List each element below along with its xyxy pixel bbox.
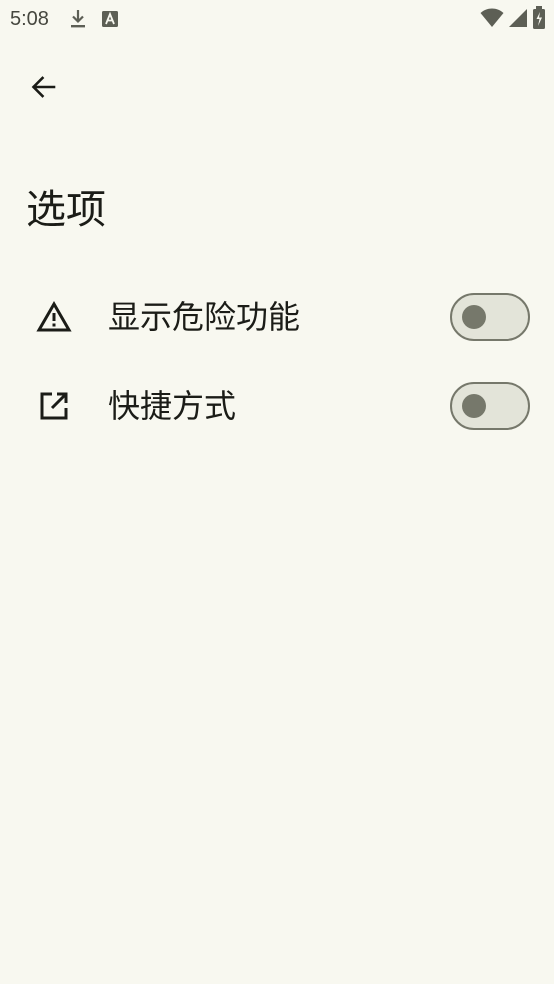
wifi-icon <box>480 7 504 33</box>
status-right-icons <box>480 6 546 34</box>
status-time: 5:08 <box>10 7 49 30</box>
download-icon <box>67 8 89 30</box>
page-title: 选项 <box>26 187 106 233</box>
settings-list: 显示危险功能 快捷方式 <box>0 272 554 450</box>
setting-shortcuts[interactable]: 快捷方式 <box>0 361 554 450</box>
setting-label: 快捷方式 <box>108 386 237 425</box>
status-bar: 5:08 <box>0 0 554 38</box>
signal-icon <box>508 7 528 33</box>
warning-icon <box>36 299 72 335</box>
dangerous-features-toggle[interactable] <box>450 292 530 341</box>
back-button[interactable] <box>20 64 66 110</box>
setting-label: 显示危险功能 <box>108 297 301 336</box>
arrow-back-icon <box>31 76 56 98</box>
font-a-icon <box>99 8 121 30</box>
open-in-new-icon <box>36 388 72 424</box>
setting-show-dangerous-features[interactable]: 显示危险功能 <box>0 272 554 361</box>
shortcuts-toggle[interactable] <box>450 381 530 430</box>
switch-thumb <box>462 393 486 418</box>
switch-thumb <box>462 304 486 329</box>
battery-icon <box>532 6 546 34</box>
